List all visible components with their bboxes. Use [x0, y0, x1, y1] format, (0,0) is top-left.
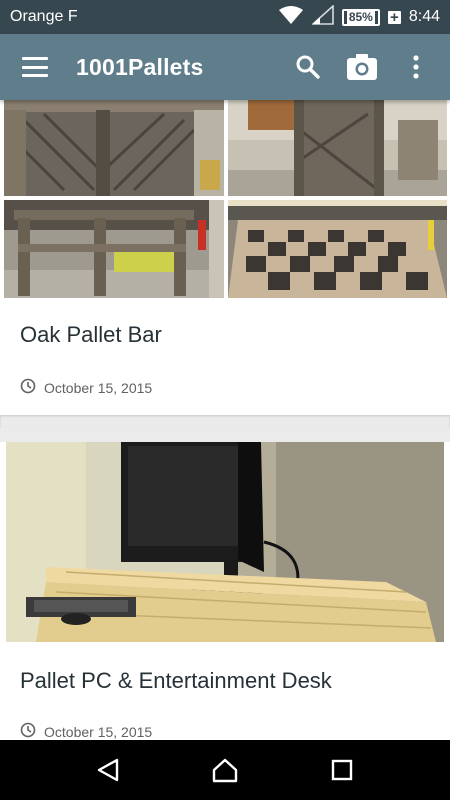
screen: Orange F 85% + 8:44 1001Pallets Oak Pall…: [0, 0, 450, 800]
post-date: October 15, 2015: [44, 723, 153, 740]
post-photo: [228, 100, 447, 196]
post-title[interactable]: Oak Pallet Bar: [0, 322, 450, 348]
app-title: 1001Pallets: [76, 53, 204, 80]
post-photo: [4, 200, 224, 298]
recents-icon[interactable]: [317, 745, 367, 795]
more-vert-icon[interactable]: [396, 47, 436, 87]
clock-icon: [20, 378, 36, 397]
post-feed[interactable]: Oak Pallet Bar October 15, 2015 Pallet P…: [0, 100, 450, 740]
search-icon[interactable]: [288, 47, 328, 87]
navigation-bar: [0, 740, 450, 800]
menu-icon[interactable]: [22, 57, 48, 77]
post-photo: [4, 100, 224, 196]
clock-icon: [20, 722, 36, 740]
post-meta: October 15, 2015: [0, 722, 450, 740]
charging-icon: +: [387, 10, 401, 25]
post-date: October 15, 2015: [44, 379, 153, 396]
wifi-icon: [278, 5, 304, 30]
clock: 8:44: [408, 8, 440, 25]
status-icons: 85% +: [278, 3, 401, 30]
carrier-name: Orange F: [10, 8, 78, 25]
post-image-grid[interactable]: [0, 100, 450, 298]
battery-indicator: 85%: [341, 8, 380, 26]
post-photo: [228, 200, 447, 298]
status-bar: Orange F 85% + 8:44: [0, 0, 450, 34]
back-icon[interactable]: [83, 745, 133, 795]
app-bar: 1001Pallets: [0, 34, 450, 100]
post-meta: October 15, 2015: [0, 378, 450, 397]
camera-icon[interactable]: [342, 47, 382, 87]
home-icon[interactable]: [200, 745, 250, 795]
post-card[interactable]: Pallet PC & Entertainment Desk October 1…: [0, 442, 450, 740]
card-divider: [0, 415, 450, 428]
battery-percent: 85%: [346, 10, 375, 24]
post-title[interactable]: Pallet PC & Entertainment Desk: [0, 668, 450, 694]
signal-icon: [310, 3, 334, 30]
post-card[interactable]: Oak Pallet Bar October 15, 2015: [0, 100, 450, 415]
post-photo[interactable]: [6, 442, 444, 642]
